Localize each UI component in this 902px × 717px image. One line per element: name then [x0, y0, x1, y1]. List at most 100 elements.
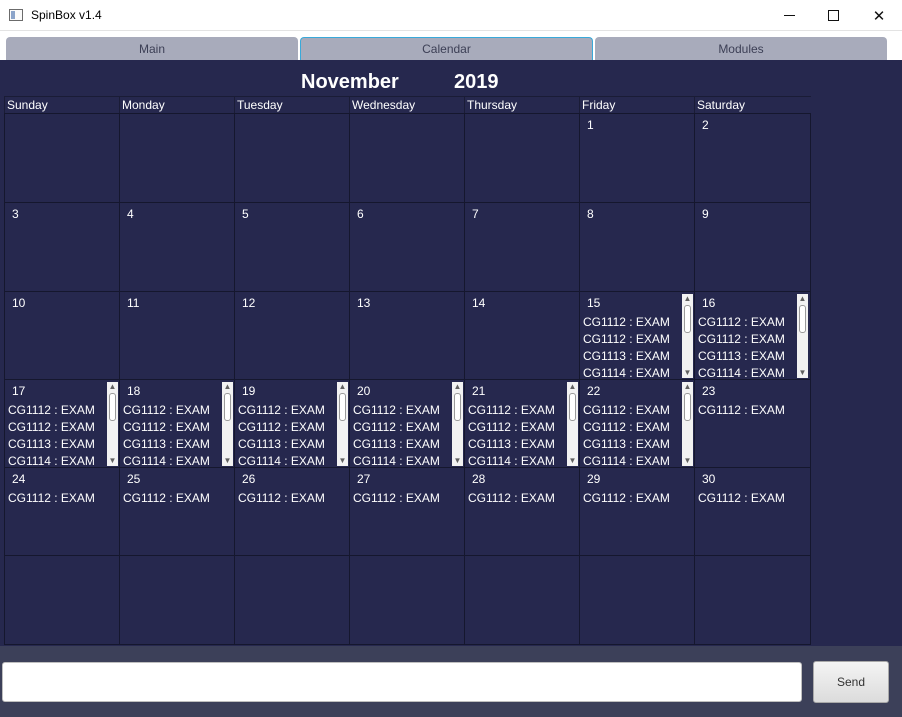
day-cell[interactable]: 4	[119, 202, 236, 292]
scroll-thumb[interactable]	[454, 393, 461, 421]
event-scrollbar[interactable]: ▲ ▼	[337, 382, 348, 466]
scroll-down-icon[interactable]: ▼	[682, 456, 693, 466]
scroll-up-icon[interactable]: ▲	[797, 294, 808, 304]
day-cell[interactable]: 29 CG1112 : EXAM	[579, 467, 696, 557]
day-cell[interactable]: 15 CG1112 : EXAM CG1112 : EXAM CG1113 : EXA…	[579, 291, 696, 381]
day-cell[interactable]	[464, 113, 581, 203]
event-item[interactable]: CG1112 : EXAM	[123, 490, 221, 507]
scroll-up-icon[interactable]: ▲	[567, 382, 578, 392]
event-item[interactable]: CG1113 : EXAM	[583, 436, 681, 453]
close-button[interactable]: ✕	[856, 0, 902, 31]
day-cell[interactable]: 11	[119, 291, 236, 381]
day-cell[interactable]: 19 CG1112 : EXAM CG1112 : EXAM CG1113 : EXA…	[234, 379, 351, 469]
event-scrollbar[interactable]: ▲ ▼	[797, 294, 808, 378]
day-cell[interactable]: 6	[349, 202, 466, 292]
tab-main[interactable]: Main	[6, 37, 298, 60]
event-item[interactable]: CG1112 : EXAM	[123, 419, 221, 436]
scroll-down-icon[interactable]: ▼	[682, 368, 693, 378]
day-cell[interactable]: 17 CG1112 : EXAM CG1112 : EXAM CG1113 : EXA…	[4, 379, 121, 469]
day-cell[interactable]: 30 CG1112 : EXAM	[694, 467, 811, 557]
scroll-up-icon[interactable]: ▲	[682, 382, 693, 392]
day-cell[interactable]: 14	[464, 291, 581, 381]
event-item[interactable]: CG1113 : EXAM	[353, 436, 451, 453]
scroll-thumb[interactable]	[109, 393, 116, 421]
day-cell[interactable]: 22 CG1112 : EXAM CG1112 : EXAM CG1113 : EXA…	[579, 379, 696, 469]
scroll-thumb[interactable]	[684, 305, 691, 333]
event-scrollbar[interactable]: ▲ ▼	[107, 382, 118, 466]
day-cell[interactable]	[119, 555, 236, 645]
event-item[interactable]: CG1112 : EXAM	[8, 419, 106, 436]
event-item[interactable]: CG1112 : EXAM	[583, 314, 681, 331]
tab-modules[interactable]: Modules	[595, 37, 887, 60]
day-cell[interactable]: 3	[4, 202, 121, 292]
scroll-up-icon[interactable]: ▲	[222, 382, 233, 392]
day-cell[interactable]	[579, 555, 696, 645]
day-cell[interactable]: 2	[694, 113, 811, 203]
day-cell[interactable]: 9	[694, 202, 811, 292]
scroll-thumb[interactable]	[799, 305, 806, 333]
day-cell[interactable]	[119, 113, 236, 203]
event-item[interactable]: CG1112 : EXAM	[468, 419, 566, 436]
event-item[interactable]: CG1112 : EXAM	[353, 490, 451, 507]
maximize-button[interactable]	[810, 0, 856, 31]
scroll-thumb[interactable]	[569, 393, 576, 421]
scroll-up-icon[interactable]: ▲	[337, 382, 348, 392]
event-item[interactable]: CG1113 : EXAM	[468, 436, 566, 453]
day-cell[interactable]	[234, 113, 351, 203]
day-cell[interactable]	[234, 555, 351, 645]
scroll-up-icon[interactable]: ▲	[452, 382, 463, 392]
event-item[interactable]: CG1112 : EXAM	[353, 402, 451, 419]
day-cell[interactable]: 23 CG1112 : EXAM	[694, 379, 811, 469]
event-item[interactable]: CG1112 : EXAM	[698, 314, 796, 331]
day-cell[interactable]: 25 CG1112 : EXAM	[119, 467, 236, 557]
event-item[interactable]: CG1113 : EXAM	[698, 348, 796, 365]
event-item[interactable]: CG1112 : EXAM	[583, 331, 681, 348]
day-cell[interactable]: 27 CG1112 : EXAM	[349, 467, 466, 557]
day-cell[interactable]: 5	[234, 202, 351, 292]
event-item[interactable]: CG1112 : EXAM	[468, 402, 566, 419]
scroll-up-icon[interactable]: ▲	[107, 382, 118, 392]
day-cell[interactable]: 28 CG1112 : EXAM	[464, 467, 581, 557]
scroll-thumb[interactable]	[339, 393, 346, 421]
event-item[interactable]: CG1113 : EXAM	[238, 436, 336, 453]
day-cell[interactable]: 1	[579, 113, 696, 203]
day-cell[interactable]: 24 CG1112 : EXAM	[4, 467, 121, 557]
scroll-down-icon[interactable]: ▼	[337, 456, 348, 466]
scroll-down-icon[interactable]: ▼	[567, 456, 578, 466]
event-item[interactable]: CG1112 : EXAM	[8, 402, 106, 419]
day-cell[interactable]: 18 CG1112 : EXAM CG1112 : EXAM CG1113 : EXA…	[119, 379, 236, 469]
day-cell[interactable]: 16 CG1112 : EXAM CG1112 : EXAM CG1113 : EXA…	[694, 291, 811, 381]
day-cell[interactable]: 26 CG1112 : EXAM	[234, 467, 351, 557]
scroll-up-icon[interactable]: ▲	[682, 294, 693, 304]
scroll-thumb[interactable]	[684, 393, 691, 421]
day-cell[interactable]: 12	[234, 291, 351, 381]
event-item[interactable]: CG1112 : EXAM	[698, 331, 796, 348]
day-cell[interactable]	[464, 555, 581, 645]
scroll-thumb[interactable]	[224, 393, 231, 421]
day-cell[interactable]: 8	[579, 202, 696, 292]
event-item[interactable]: CG1112 : EXAM	[698, 490, 796, 507]
event-scrollbar[interactable]: ▲ ▼	[682, 294, 693, 378]
event-item[interactable]: CG1112 : EXAM	[238, 402, 336, 419]
send-button[interactable]: Send	[813, 661, 889, 703]
event-item[interactable]: CG1113 : EXAM	[8, 436, 106, 453]
day-cell[interactable]: 20 CG1112 : EXAM CG1112 : EXAM CG1113 : EXA…	[349, 379, 466, 469]
event-item[interactable]: CG1112 : EXAM	[123, 402, 221, 419]
day-cell[interactable]	[349, 113, 466, 203]
tab-calendar[interactable]: Calendar	[300, 37, 593, 60]
day-cell[interactable]: 21 CG1112 : EXAM CG1112 : EXAM CG1113 : EXA…	[464, 379, 581, 469]
event-item[interactable]: CG1113 : EXAM	[583, 348, 681, 365]
event-item[interactable]: CG1112 : EXAM	[8, 490, 106, 507]
day-cell[interactable]: 13	[349, 291, 466, 381]
minimize-button[interactable]	[766, 0, 812, 31]
event-scrollbar[interactable]: ▲ ▼	[682, 382, 693, 466]
day-cell[interactable]: 7	[464, 202, 581, 292]
event-item[interactable]: CG1112 : EXAM	[468, 490, 566, 507]
event-scrollbar[interactable]: ▲ ▼	[452, 382, 463, 466]
scroll-down-icon[interactable]: ▼	[107, 456, 118, 466]
command-input[interactable]	[2, 662, 802, 702]
event-item[interactable]: CG1112 : EXAM	[238, 419, 336, 436]
day-cell[interactable]: 10	[4, 291, 121, 381]
event-item[interactable]: CG1113 : EXAM	[123, 436, 221, 453]
event-scrollbar[interactable]: ▲ ▼	[222, 382, 233, 466]
